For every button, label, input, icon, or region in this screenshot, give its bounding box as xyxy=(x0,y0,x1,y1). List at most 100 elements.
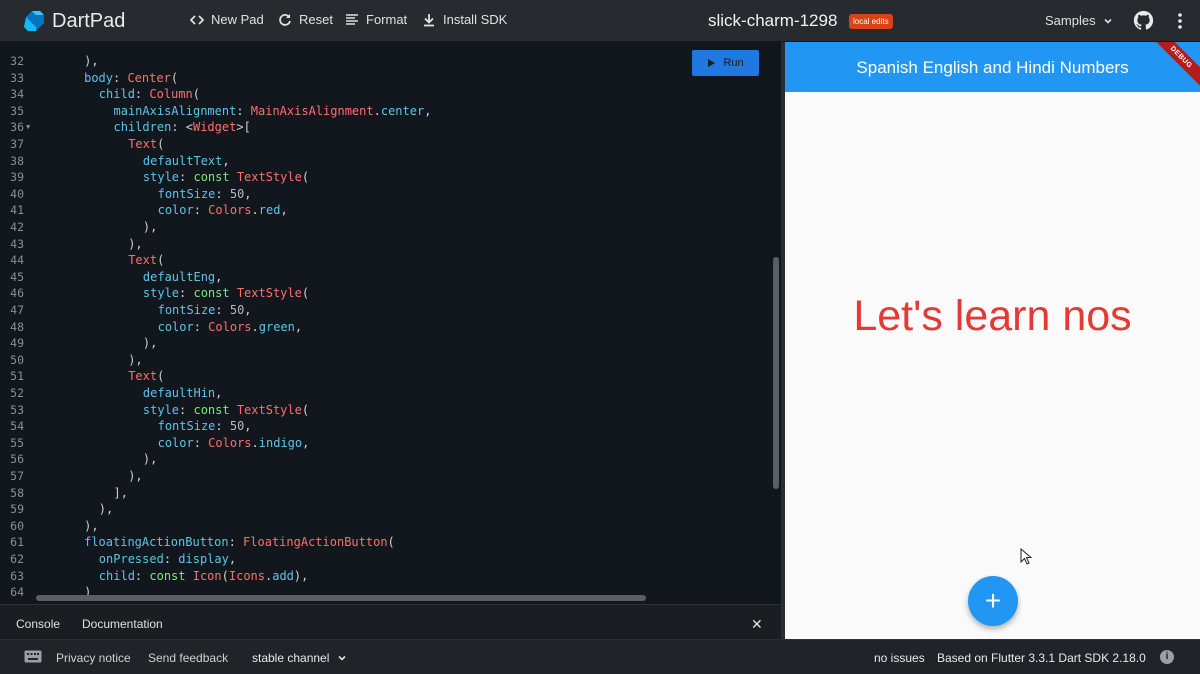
status-bar: Privacy notice Send feedback stable chan… xyxy=(0,639,1200,674)
channel-label: stable channel xyxy=(252,651,330,665)
code-token: Colors xyxy=(208,435,252,450)
code-line[interactable]: 49), xyxy=(0,335,770,352)
editor-horizontal-scrollbar[interactable] xyxy=(36,595,646,601)
code-token: Widget xyxy=(192,120,237,135)
code-line[interactable]: 35 mainAxisAlignment: MainAxisAlignment.c… xyxy=(0,103,770,120)
code-area[interactable]: 32), 33 body: Center(34 child: Column(35 mai… xyxy=(0,42,770,604)
line-number: 64 xyxy=(10,585,24,600)
format-button[interactable]: Format xyxy=(345,12,407,27)
code-line[interactable]: 55 color: Colors.indigo, xyxy=(0,435,770,452)
code-token: , xyxy=(244,186,252,201)
code-token: : < xyxy=(171,120,193,135)
code-text: floatingActionButton: FloatingActionButt… xyxy=(84,534,395,551)
code-icon xyxy=(190,14,204,25)
code-token: : xyxy=(215,303,230,317)
code-token: ( xyxy=(387,535,395,550)
code-line[interactable]: 43), xyxy=(0,236,770,253)
download-icon xyxy=(424,13,434,26)
code-token: : xyxy=(113,70,128,85)
code-token: fontSize xyxy=(157,186,216,201)
code-line[interactable]: 39 style: const TextStyle( xyxy=(0,169,770,186)
code-line[interactable]: 44 Text( xyxy=(0,252,770,269)
code-token: defaultText xyxy=(142,153,223,168)
floating-action-button[interactable]: + xyxy=(968,576,1018,626)
editor-vertical-scrollbar[interactable] xyxy=(773,257,779,489)
code-line[interactable]: 48 color: Colors.green, xyxy=(0,319,770,336)
code-token: ( xyxy=(157,253,165,268)
code-token: : xyxy=(134,87,150,102)
code-token: , xyxy=(215,386,223,400)
code-line[interactable]: 57), xyxy=(0,468,770,485)
reset-label: Reset xyxy=(299,12,333,27)
line-number: 49 xyxy=(10,336,24,351)
info-icon[interactable]: i xyxy=(1160,650,1174,664)
channel-dropdown[interactable]: stable channel xyxy=(252,651,347,665)
code-line[interactable]: 40 fontSize: 50, xyxy=(0,186,770,203)
tab-console[interactable]: Console xyxy=(16,617,60,631)
fold-arrow-icon[interactable]: ▼ xyxy=(26,119,30,136)
code-line[interactable]: 60), xyxy=(0,518,770,535)
code-line[interactable]: 34 child: Column( xyxy=(0,86,770,103)
code-editor[interactable]: 32), 33 body: Center(34 child: Column(35 mai… xyxy=(0,42,781,604)
more-vert-icon[interactable] xyxy=(1170,11,1190,31)
code-line[interactable]: 63 child: const Icon(Icons.add), xyxy=(0,568,770,585)
new-pad-label: New Pad xyxy=(211,12,264,27)
sdk-version: Based on Flutter 3.3.1 Dart SDK 2.18.0 xyxy=(937,651,1146,665)
code-line[interactable]: 45 defaultEng, xyxy=(0,269,770,286)
code-token: Column xyxy=(149,87,193,102)
github-icon[interactable] xyxy=(1133,10,1154,31)
code-line[interactable]: 46 style: const TextStyle( xyxy=(0,285,770,302)
code-line[interactable]: 56), xyxy=(0,451,770,468)
chevron-down-icon xyxy=(1104,18,1112,24)
code-line[interactable]: 38 defaultText, xyxy=(0,153,770,170)
code-line[interactable]: 33 body: Center( xyxy=(0,70,770,87)
privacy-notice-link[interactable]: Privacy notice xyxy=(56,651,131,665)
code-line[interactable]: 41 color: Colors.red, xyxy=(0,202,770,219)
format-lines-icon xyxy=(346,13,358,25)
line-number: 41 xyxy=(10,203,24,218)
issues-status[interactable]: no issues xyxy=(874,651,925,665)
close-icon[interactable]: ✕ xyxy=(751,616,763,633)
code-token: Colors xyxy=(208,203,252,218)
code-line[interactable]: 58], xyxy=(0,485,770,502)
code-text: body: Center( xyxy=(84,70,178,87)
code-line[interactable]: 59), xyxy=(0,501,770,518)
code-token: child xyxy=(98,87,135,102)
code-token: ( xyxy=(170,70,179,85)
code-line[interactable]: 32), xyxy=(0,53,770,70)
code-token: body xyxy=(84,70,113,85)
code-text: fontSize: 50, xyxy=(158,302,252,319)
install-sdk-button[interactable]: Install SDK xyxy=(422,12,507,27)
code-line[interactable]: 47 fontSize: 50, xyxy=(0,302,770,319)
line-number: 36 xyxy=(10,120,24,135)
code-line[interactable]: 42), xyxy=(0,219,770,236)
code-line[interactable]: 52 defaultHin, xyxy=(0,385,770,402)
run-button[interactable]: Run xyxy=(692,50,759,76)
new-pad-button[interactable]: New Pad xyxy=(190,12,264,27)
line-number: 54 xyxy=(10,419,24,434)
install-sdk-label: Install SDK xyxy=(443,12,508,27)
code-token: : xyxy=(179,170,194,185)
samples-dropdown[interactable]: Samples xyxy=(1045,13,1113,28)
reset-button[interactable]: Reset xyxy=(278,12,333,27)
code-line[interactable]: 50), xyxy=(0,352,770,369)
keyboard-icon[interactable] xyxy=(24,650,42,663)
code-line[interactable]: 53 style: const TextStyle( xyxy=(0,402,770,419)
code-line[interactable]: 51 Text( xyxy=(0,368,770,385)
app-preview: Spanish English and Hindi Numbers DEBUG … xyxy=(785,42,1200,639)
code-line[interactable]: 37 Text( xyxy=(0,136,770,153)
code-token: : xyxy=(215,419,230,434)
code-line[interactable]: 36 ▼ children: <Widget>[ xyxy=(0,119,770,136)
code-token: : xyxy=(179,286,194,301)
tab-documentation[interactable]: Documentation xyxy=(82,617,163,631)
code-token: ( xyxy=(301,402,310,417)
code-token: : xyxy=(193,319,209,334)
code-line[interactable]: 54 fontSize: 50, xyxy=(0,418,770,435)
code-token: onPressed xyxy=(98,552,164,566)
send-feedback-link[interactable]: Send feedback xyxy=(148,651,228,665)
code-line[interactable]: 62 onPressed: display, xyxy=(0,551,770,568)
line-number: 35 xyxy=(10,103,24,118)
code-line[interactable]: 61 floatingActionButton: FloatingActionBu… xyxy=(0,534,770,551)
code-token: style xyxy=(142,170,180,185)
code-token: ), xyxy=(142,336,158,351)
